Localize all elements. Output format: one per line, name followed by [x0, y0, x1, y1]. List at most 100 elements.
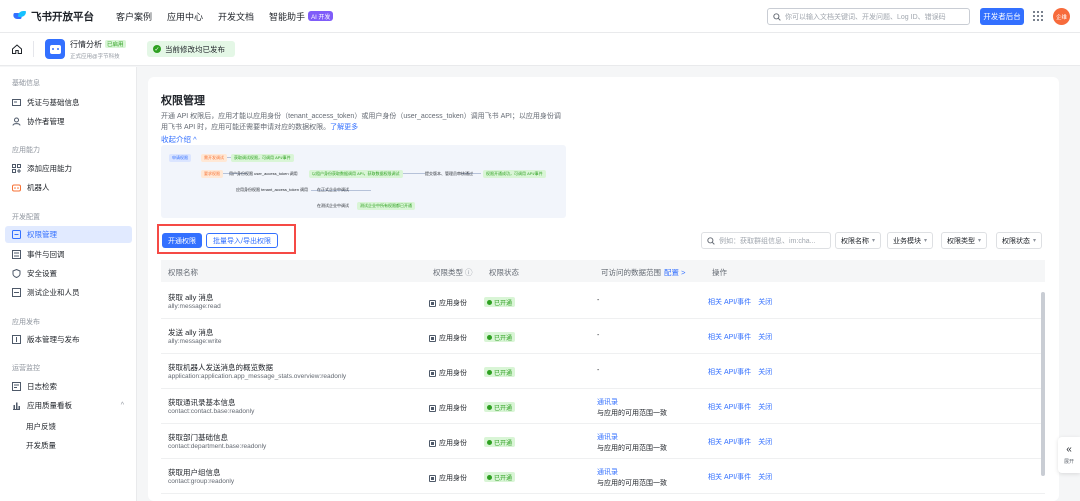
close-permission-link[interactable]: 关闭 — [758, 299, 772, 306]
expand-panel-button[interactable]: « 展开 — [1058, 437, 1080, 473]
nav-link-app-center[interactable]: 应用中心 — [167, 10, 203, 23]
column-status: 权限状态 — [489, 268, 519, 277]
sidebar-subitem-dev-quality[interactable]: 开发质量 — [26, 440, 56, 451]
table-row: 获取通讯录基本信息 contact:contact.base:readonly … — [161, 389, 1045, 424]
brand-logo[interactable]: 飞书开放平台 — [13, 9, 94, 24]
status-dot-icon — [487, 474, 492, 480]
close-permission-link[interactable]: 关闭 — [758, 439, 772, 446]
ai-badge: AI 开发 — [308, 11, 334, 21]
sidebar-item-permissions[interactable]: 权限管理 — [5, 226, 132, 243]
global-search-input[interactable]: 你可以输入文档关键词、开发问题、Log ID、错误码 — [767, 8, 970, 25]
flow-tenant-data: 以租户身份获取数据调用 API，获取数据权限调试 — [309, 170, 403, 178]
sidebar-item-label: 安全设置 — [27, 269, 57, 278]
check-circle-icon: ✓ — [153, 45, 161, 53]
close-permission-link[interactable]: 关闭 — [758, 334, 772, 341]
sidebar-item-credentials[interactable]: 凭证与基础信息 — [5, 94, 132, 111]
permission-type-label: 应用身份 — [439, 300, 467, 307]
sidebar-item-collaborators[interactable]: 协作者管理 — [5, 113, 132, 130]
app-identity-icon — [429, 369, 436, 377]
version-icon — [12, 335, 21, 344]
related-api-link[interactable]: 相关 API/事件 — [708, 439, 751, 446]
help-icon[interactable]: ⓘ — [465, 267, 473, 278]
permission-search-placeholder: 例如：获取群组信息、im:cha... — [719, 237, 816, 245]
log-icon — [12, 382, 21, 391]
divider — [33, 41, 34, 57]
app-identity-icon — [429, 439, 436, 447]
nav-link-cases[interactable]: 客户案例 — [116, 10, 152, 23]
related-api-link[interactable]: 相关 API/事件 — [708, 299, 751, 306]
sidebar-item-test-tenants[interactable]: 测试企业和人员 — [5, 284, 132, 301]
table-scrollbar[interactable] — [1041, 292, 1045, 476]
learn-more-link[interactable]: 了解更多 — [330, 124, 358, 131]
filter-permission-name[interactable]: 权限名称 ▾ — [835, 232, 882, 249]
data-scope: 通讯录 与应用的可用范围一致 — [597, 397, 667, 419]
permission-name: 获取机器人发送消息的概览数据 — [168, 363, 273, 372]
sidebar-item-add-capability[interactable]: 添加应用能力 — [5, 160, 132, 177]
scope-contacts-link[interactable]: 通讯录 — [597, 467, 667, 478]
user-avatar[interactable]: 企维 — [1053, 8, 1070, 25]
permission-name: 获取 ally 消息 — [168, 293, 214, 302]
scope-config-link[interactable]: 配置 > — [664, 267, 685, 278]
filter-permission-status[interactable]: 权限状态 ▾ — [996, 232, 1043, 249]
table-row: 获取 ally 消息 ally:message:read 应用身份 已开通 - … — [161, 284, 1045, 319]
scope-contacts-link[interactable]: 通讯录 — [597, 432, 667, 443]
chevron-up-icon: ^ — [120, 402, 124, 409]
home-icon[interactable] — [11, 43, 23, 55]
batch-import-export-button[interactable]: 批量导入/导出权限 — [206, 233, 278, 248]
brand-name: 飞书开放平台 — [31, 10, 94, 23]
app-subtitle: 正式应用@字节科技 — [70, 53, 120, 60]
permission-search-input[interactable]: 例如：获取群组信息、im:cha... — [701, 232, 831, 249]
permission-type: 应用身份 — [429, 298, 467, 308]
table-row: 获取用户组信息 contact:group:readonly 应用身份 已开通 … — [161, 459, 1045, 494]
scope-contacts-link[interactable]: 通讯录 — [597, 397, 667, 408]
sidebar-item-quality[interactable]: 应用质量看板 ^ — [5, 397, 132, 414]
chevron-down-icon: ▾ — [924, 238, 928, 244]
close-permission-link[interactable]: 关闭 — [758, 369, 772, 376]
close-permission-link[interactable]: 关闭 — [758, 474, 772, 481]
apps-grid-icon[interactable] — [1033, 11, 1043, 21]
bar-chart-icon — [12, 401, 21, 410]
filter-permission-type[interactable]: 权限类型 ▾ — [941, 232, 988, 249]
sidebar-item-label: 协作者管理 — [27, 117, 65, 126]
status-badge: 已开通 — [484, 437, 516, 447]
sidebar-item-security[interactable]: 安全设置 — [5, 265, 132, 282]
sidebar-item-versions[interactable]: 版本管理与发布 — [5, 331, 132, 348]
sidebar-item-bot[interactable]: 机器人 — [5, 179, 132, 196]
app-switcher[interactable]: 行情分析 已启用 正式应用@字节科技 — [70, 39, 126, 60]
permission-type-label: 应用身份 — [439, 440, 467, 447]
related-api-link[interactable]: 相关 API/事件 — [708, 474, 751, 481]
publish-status-banner: ✓ 当前修改均已发布 — [147, 41, 235, 57]
sidebar-item-label: 事件与回调 — [27, 250, 65, 259]
permission-type: 应用身份 — [429, 438, 467, 448]
permission-code: contact:contact.base:readonly — [168, 408, 255, 415]
permission-name: 获取用户组信息 — [168, 468, 221, 477]
row-actions: 相关 API/事件 关闭 — [708, 437, 779, 447]
status-badge: 已开通 — [484, 402, 516, 412]
enable-permission-button[interactable]: 开通权限 — [162, 233, 202, 248]
status-dot-icon — [487, 299, 492, 305]
table-header: 权限名称 权限类型 ⓘ 权限状态 可访问的数据范围 配置 > 操作 — [161, 260, 1045, 282]
chevron-down-icon: ▾ — [872, 238, 876, 244]
table-row: 发送 ally 消息 ally:message:write 应用身份 已开通 -… — [161, 319, 1045, 354]
permission-type: 应用身份 — [429, 473, 467, 483]
sidebar-item-label: 权限管理 — [27, 230, 57, 239]
collapse-intro-link[interactable]: 收起介绍 ^ — [161, 134, 197, 145]
related-api-link[interactable]: 相关 API/事件 — [708, 334, 751, 341]
developer-console-button[interactable]: 开发者后台 — [980, 8, 1024, 25]
test-icon — [12, 288, 21, 297]
feishu-logo-icon — [13, 11, 27, 21]
sidebar-item-events[interactable]: 事件与回调 — [5, 246, 132, 263]
column-name: 权限名称 — [168, 268, 198, 277]
sidebar-subitem-feedback[interactable]: 用户反馈 — [26, 421, 56, 432]
filter-business-module[interactable]: 业务模块 ▾ — [887, 232, 934, 249]
status-dot-icon — [487, 334, 492, 340]
flow-step-debug-perm: 获取调试权限，可调用 API/事件 — [231, 154, 294, 162]
sidebar-item-label: 添加应用能力 — [27, 164, 72, 173]
nav-link-assistant[interactable]: 智能助手 AI 开发 — [269, 10, 334, 23]
nav-link-docs[interactable]: 开发文档 — [218, 10, 254, 23]
related-api-link[interactable]: 相关 API/事件 — [708, 404, 751, 411]
close-permission-link[interactable]: 关闭 — [758, 404, 772, 411]
related-api-link[interactable]: 相关 API/事件 — [708, 369, 751, 376]
sidebar-item-logs[interactable]: 日志检索 — [5, 378, 132, 395]
data-scope: 通讯录 与应用的可用范围一致 — [597, 467, 667, 489]
